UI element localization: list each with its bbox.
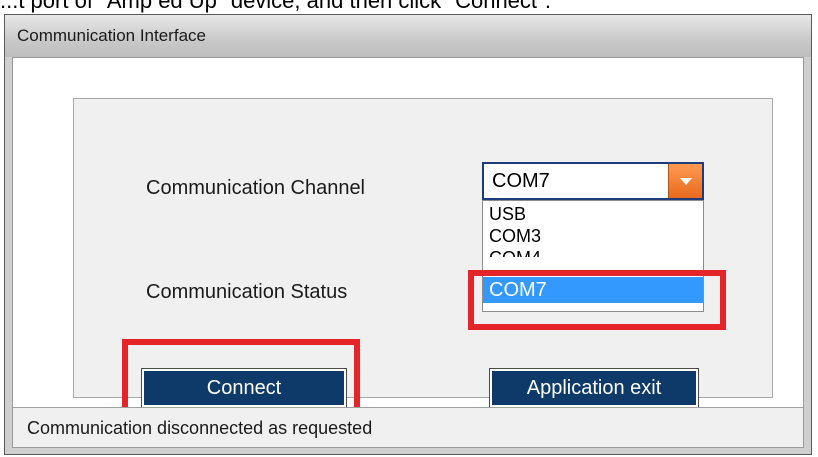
chevron-down-icon[interactable] xyxy=(668,164,702,198)
window-title: Communication Interface xyxy=(17,26,206,45)
status-label: Communication Status xyxy=(146,281,348,303)
dropdown-option-com4[interactable]: COM4 xyxy=(483,247,703,257)
communication-interface-window: Communication Interface Communication Ch… xyxy=(4,14,812,455)
settings-panel: Communication Channel COM7 USB COM3 COM4… xyxy=(73,98,773,439)
channel-combobox[interactable]: COM7 xyxy=(482,162,704,200)
dropdown-option-usb[interactable]: USB xyxy=(483,203,703,225)
instruction-caption-text: ...t port of "Amp ed Up" device, and the… xyxy=(0,0,551,13)
status-bar: Communication disconnected as requested xyxy=(13,407,803,447)
client-area: Communication Channel COM7 USB COM3 COM4… xyxy=(12,57,804,448)
instruction-caption: ...t port of "Amp ed Up" device, and the… xyxy=(0,0,818,14)
application-exit-button[interactable]: Application exit xyxy=(489,368,699,408)
title-bar[interactable]: Communication Interface xyxy=(5,15,811,57)
channel-label: Communication Channel xyxy=(146,177,366,199)
channel-selected-value: COM7 xyxy=(492,170,550,192)
status-message: Communication disconnected as requested xyxy=(27,418,373,438)
dropdown-option-com3[interactable]: COM3 xyxy=(483,225,703,247)
highlight-box-com7 xyxy=(468,270,726,330)
